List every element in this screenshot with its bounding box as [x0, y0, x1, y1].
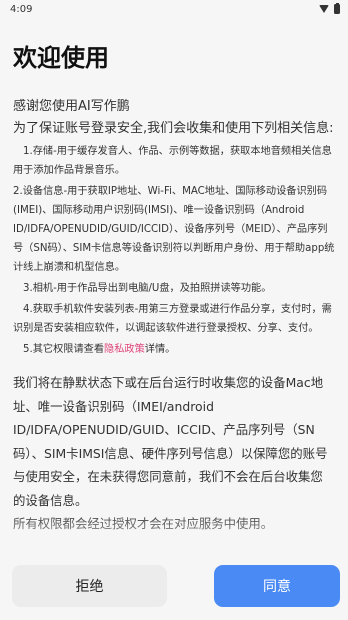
list-item-text: 2.设备信息-用于获取IP地址、Wi-Fi、MAC地址、国际移动设备识别码(IM…: [13, 186, 335, 273]
privacy-consent-screen: 4:09 欢迎使用 感谢您使用AI写作鹏 为了保证账号登录安全,我们会收集和使用…: [0, 0, 348, 620]
status-bar: 4:09: [0, 0, 348, 18]
background-notice-text: 我们将在静默状态下或在后台运行时收集您的设备Mac地址、唯一设备识别码（IMEI…: [13, 375, 328, 508]
list-item-prefix: 5.其它权限请查看: [23, 344, 105, 355]
list-item-suffix: 详情。: [144, 344, 176, 355]
agree-button[interactable]: 同意: [214, 565, 340, 607]
list-item: 4.获取手机软件安装列表-用第三方登录或进行作品分享，支付时，需识别是否安装相应…: [13, 300, 335, 338]
list-item-text: 4.获取手机软件安装列表-用第三方登录或进行作品分享，支付时，需识别是否安装相应…: [13, 304, 332, 334]
list-item: 5.其它权限请查看隐私政策详情。: [13, 340, 335, 359]
status-time: 4:09: [10, 3, 33, 15]
list-item: 1.存储-用于缓存发音人、作品、示例等数据，获取本地音频相关信息用于添加作品背景…: [13, 142, 335, 180]
list-item-text: 3.相机-用于作品导出到电脑/U盘，及拍照拼读等功能。: [23, 283, 272, 294]
reject-button[interactable]: 拒绝: [12, 565, 167, 607]
background-collection-notice: 我们将在静默状态下或在后台运行时收集您的设备Mac地址、唯一设备识别码（IMEI…: [13, 371, 335, 536]
wifi-icon: [319, 5, 329, 13]
intro-line-2: 为了保证账号登录安全,我们会收集和使用下列相关信息:: [13, 121, 334, 136]
list-item: 3.相机-用于作品导出到电脑/U盘，及拍照拼读等功能。: [13, 279, 335, 298]
page-title: 欢迎使用: [13, 44, 109, 72]
status-icons: [319, 2, 340, 14]
intro-line-1: 感谢您使用AI写作鹏: [13, 99, 130, 114]
list-item: 2.设备信息-用于获取IP地址、Wi-Fi、MAC地址、国际移动设备识别码(IM…: [13, 182, 335, 277]
battery-icon: [334, 2, 340, 14]
permission-list: 1.存储-用于缓存发音人、作品、示例等数据，获取本地音频相关信息用于添加作品背景…: [13, 142, 335, 359]
intro-text: 感谢您使用AI写作鹏 为了保证账号登录安全,我们会收集和使用下列相关信息:: [13, 96, 335, 140]
privacy-policy-link[interactable]: 隐私政策: [104, 344, 145, 355]
list-item-text: 1.存储-用于缓存发音人、作品、示例等数据，获取本地音频相关信息用于添加作品背景…: [13, 146, 332, 176]
consent-content[interactable]: 欢迎使用 感谢您使用AI写作鹏 为了保证账号登录安全,我们会收集和使用下列相关信…: [0, 18, 348, 558]
background-notice-cutoff: 所有权限都会经过授权才会在对应服务中使用。: [13, 516, 274, 531]
